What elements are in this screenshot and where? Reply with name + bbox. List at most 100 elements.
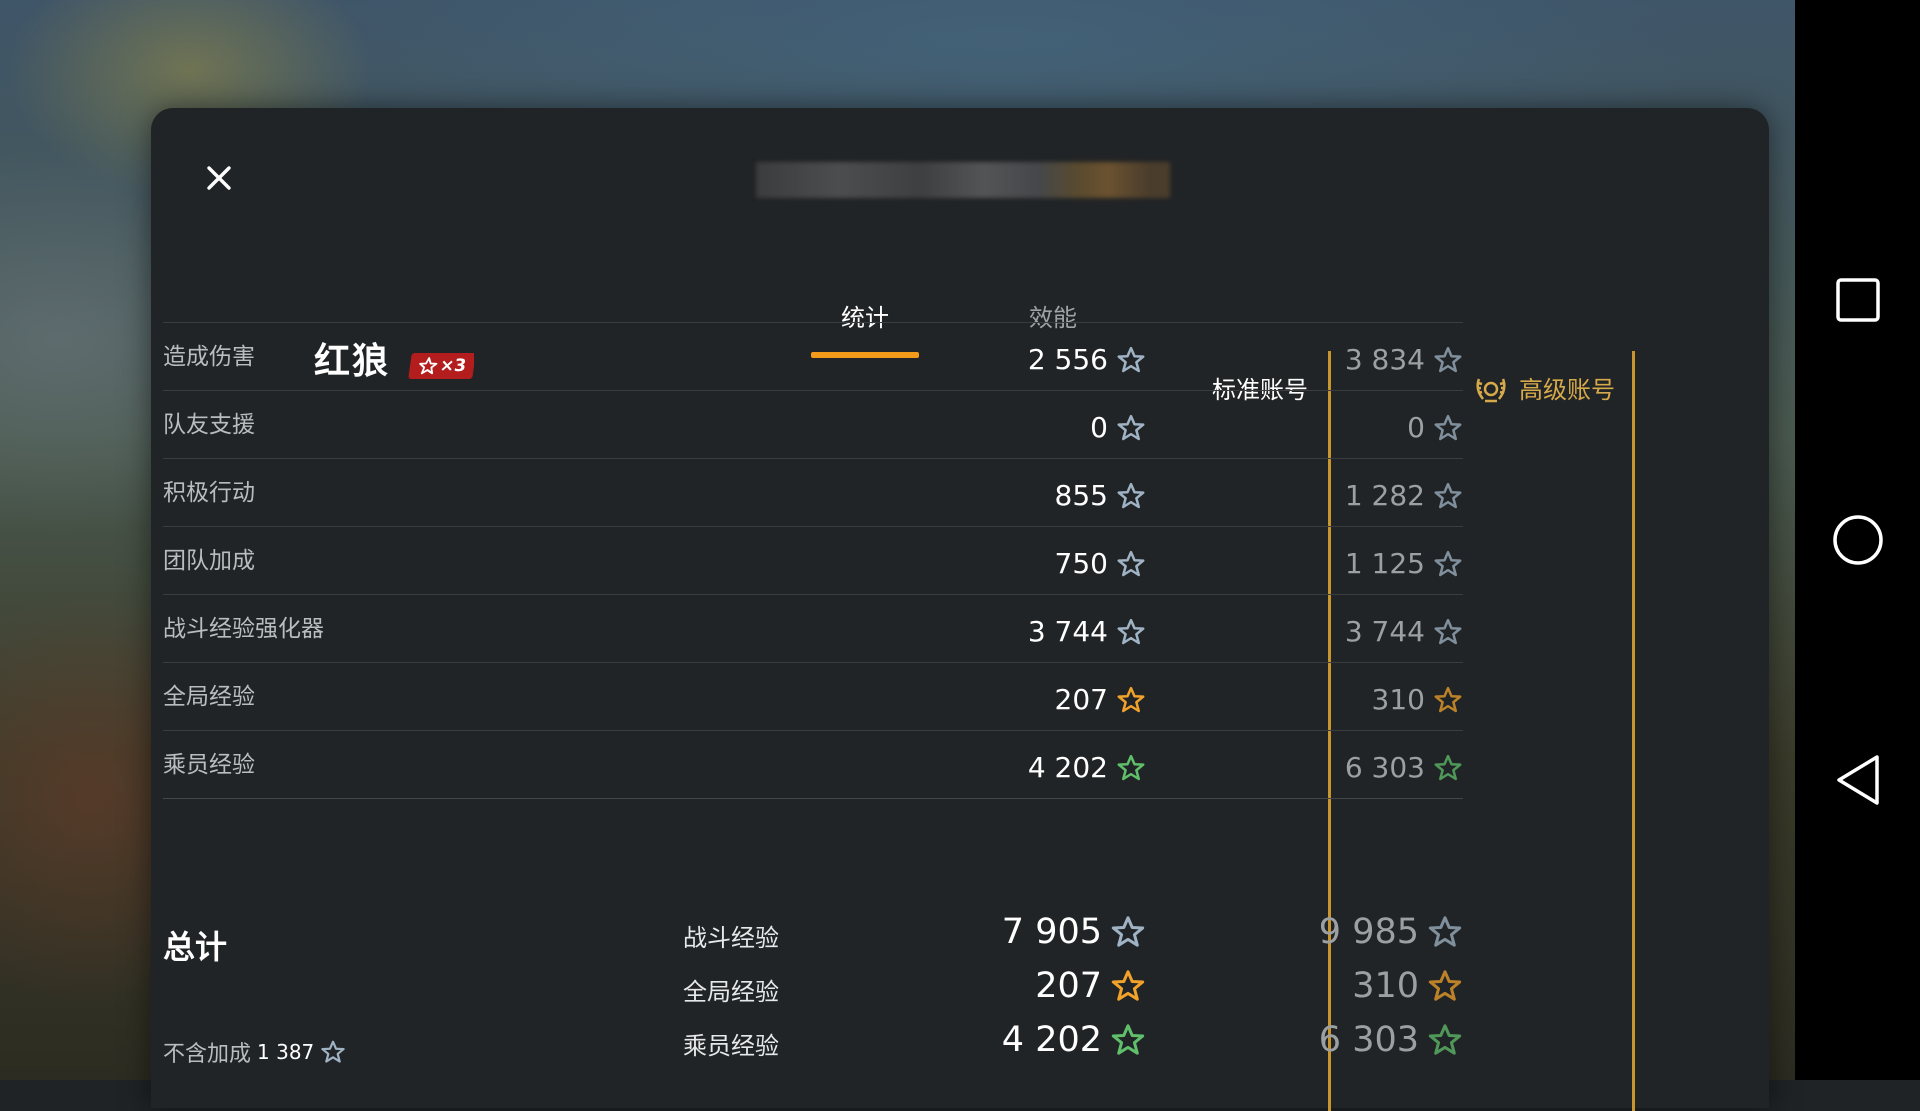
- star-icon: [1117, 346, 1145, 372]
- back-triangle-icon: [1837, 755, 1879, 805]
- standard-value-text: 2 556: [1027, 343, 1108, 376]
- star-icon: [1117, 618, 1145, 644]
- row-label: 团队加成: [163, 548, 255, 574]
- standard-value-text: 750: [1054, 547, 1108, 580]
- premium-value-text: 1 125: [1344, 547, 1425, 580]
- row-label: 乘员经验: [163, 752, 255, 778]
- standard-value-text: 207: [1054, 683, 1108, 716]
- premium-value: 1 282: [1345, 479, 1463, 512]
- no-bonus-value: 1 387: [257, 1040, 315, 1064]
- standard-value-text: 4 202: [1027, 751, 1108, 784]
- total-line-crew-xp: 乘员经验 4 202 6 303: [683, 1014, 1463, 1068]
- star-icon: [1434, 550, 1462, 576]
- totals-divider: [163, 798, 1463, 799]
- home-button[interactable]: [1825, 507, 1891, 573]
- star-icon: [1434, 482, 1462, 508]
- premium-value: 3 744: [1345, 615, 1463, 648]
- standard-value: 0: [1090, 411, 1146, 444]
- close-button[interactable]: [201, 160, 237, 196]
- total-line-label: 全局经验: [683, 978, 779, 1006]
- row-label: 积极行动: [163, 480, 255, 506]
- square-icon: [1836, 278, 1880, 322]
- premium-column-right-border: [1632, 351, 1635, 1111]
- total-premium-value-text: 6 303: [1318, 1020, 1419, 1060]
- back-button[interactable]: [1825, 747, 1891, 813]
- star-icon: [321, 1040, 345, 1063]
- total-premium-value-text: 9 985: [1318, 912, 1419, 952]
- total-line-label: 战斗经验: [683, 924, 779, 952]
- standard-value: 4 202: [1028, 751, 1146, 784]
- table-row: 乘员经验 4 202 6 303: [163, 730, 1463, 798]
- table-row: 团队加成 750 1 125: [163, 526, 1463, 594]
- standard-value-text: 0: [1090, 411, 1108, 444]
- star-icon: [1117, 550, 1145, 576]
- premium-value-text: 1 282: [1344, 479, 1425, 512]
- premium-value: 310: [1372, 683, 1463, 716]
- close-icon: [207, 166, 231, 190]
- standard-value: 3 744: [1028, 615, 1146, 648]
- premium-value: 3 834: [1345, 343, 1463, 376]
- standard-value-text: 3 744: [1027, 615, 1108, 648]
- star-icon: [1428, 970, 1462, 1001]
- standard-value: 2 556: [1028, 343, 1146, 376]
- star-icon: [1111, 1024, 1145, 1055]
- row-label: 队友支援: [163, 412, 255, 438]
- total-standard-value-text: 7 905: [1001, 912, 1102, 952]
- premium-value-text: 6 303: [1344, 751, 1425, 784]
- star-icon: [1428, 1024, 1462, 1055]
- total-premium-value: 310: [1352, 966, 1463, 1006]
- row-label: 全局经验: [163, 684, 255, 710]
- total-standard-value-text: 207: [1035, 966, 1102, 1006]
- premium-value-text: 3 834: [1344, 343, 1425, 376]
- column-premium-label: 高级账号: [1519, 376, 1615, 404]
- premium-value-text: 310: [1371, 683, 1425, 716]
- total-standard-value-text: 4 202: [1001, 1020, 1102, 1060]
- recent-apps-button[interactable]: [1825, 267, 1891, 333]
- circle-icon: [1833, 515, 1883, 565]
- total-premium-value-text: 310: [1352, 966, 1419, 1006]
- star-icon: [1434, 686, 1462, 712]
- star-icon: [1434, 414, 1462, 440]
- total-line-label: 乘员经验: [683, 1032, 779, 1060]
- standard-value-text: 855: [1054, 479, 1108, 512]
- standard-value: 855: [1055, 479, 1146, 512]
- premium-value-text: 3 744: [1344, 615, 1425, 648]
- star-icon: [1117, 414, 1145, 440]
- row-label: 造成伤害: [163, 344, 255, 370]
- star-icon: [1428, 916, 1462, 947]
- total-premium-value: 9 985: [1319, 912, 1463, 952]
- total-premium-value: 6 303: [1319, 1020, 1463, 1060]
- star-icon: [1111, 970, 1145, 1001]
- premium-value: 0: [1407, 411, 1463, 444]
- premium-value: 1 125: [1345, 547, 1463, 580]
- stats-table: 造成伤害 2 556 3 834 队友支援 0 0 积极行动 855 1 282…: [163, 322, 1463, 799]
- android-navigation-bar: [1795, 0, 1920, 1080]
- premium-value: 6 303: [1345, 751, 1463, 784]
- star-icon: [1117, 686, 1145, 712]
- total-standard-value: 207: [1035, 966, 1146, 1006]
- total-standard-value: 7 905: [1002, 912, 1146, 952]
- laurel-icon: [1476, 378, 1506, 403]
- standard-value: 750: [1055, 547, 1146, 580]
- star-icon: [1117, 482, 1145, 508]
- row-label: 战斗经验强化器: [163, 616, 324, 642]
- standard-value: 207: [1055, 683, 1146, 716]
- table-row: 队友支援 0 0: [163, 390, 1463, 458]
- totals-section: 总计 不含加成 1 387 战斗经验 7 905 9 985 全局经验 207 …: [163, 906, 1463, 1086]
- no-bonus-summary: 不含加成 1 387: [163, 1036, 346, 1068]
- no-bonus-label: 不含加成: [163, 1042, 252, 1067]
- table-row: 积极行动 855 1 282: [163, 458, 1463, 526]
- column-premium-account: 高级账号: [1458, 370, 1615, 410]
- table-row: 造成伤害 2 556 3 834: [163, 322, 1463, 390]
- total-line-battle-xp: 战斗经验 7 905 9 985: [683, 906, 1463, 960]
- star-icon: [1111, 916, 1145, 947]
- star-icon: [1434, 346, 1462, 372]
- blurred-title: [756, 162, 1170, 198]
- table-row: 战斗经验强化器 3 744 3 744: [163, 594, 1463, 662]
- total-standard-value: 4 202: [1002, 1020, 1146, 1060]
- table-row: 全局经验 207 310: [163, 662, 1463, 730]
- premium-value-text: 0: [1407, 411, 1425, 444]
- star-icon: [1434, 754, 1462, 780]
- totals-title: 总计: [163, 928, 228, 966]
- star-icon: [1117, 754, 1145, 780]
